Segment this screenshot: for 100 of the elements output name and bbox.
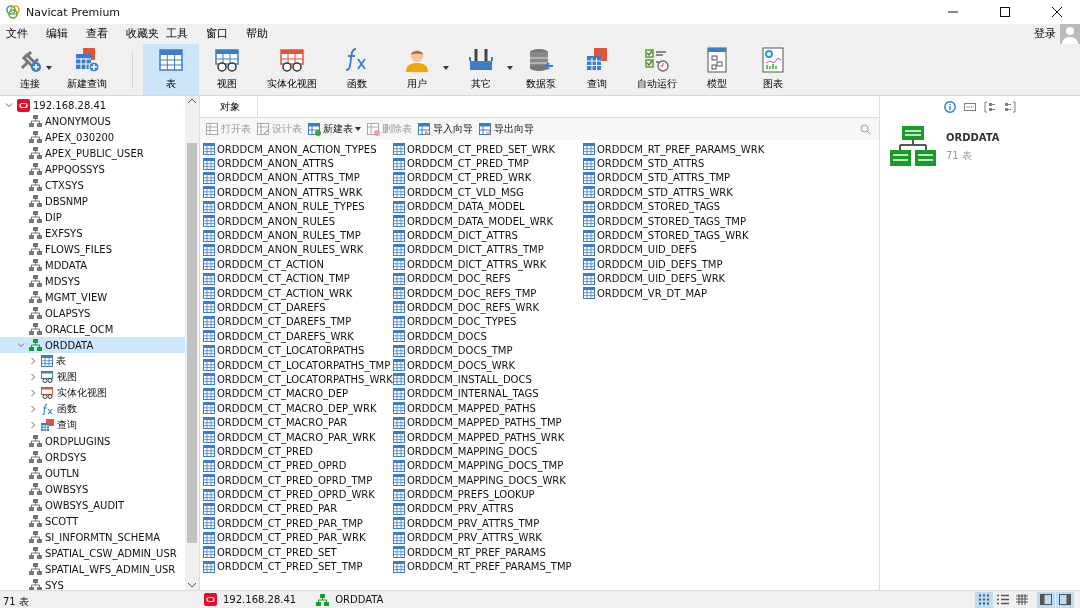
tree-item[interactable]: DBSNMP [0,193,185,209]
scrollbar[interactable] [185,96,199,590]
table-name[interactable]: ORDDCM_CT_MACRO_DEP_WRK [217,402,377,414]
caret-icon[interactable] [46,66,52,70]
toolbar-button[interactable]: 图表 [745,44,801,95]
object-toolbar-button[interactable]: 导入向导 [418,122,473,136]
tree-item[interactable]: APEX_PUBLIC_USER [0,145,185,161]
table-name[interactable]: ORDDCM_CT_ACTION_TMP [217,273,350,285]
table-name[interactable]: ORDDCM_STORED_TAGS_TMP [597,215,746,227]
table-name[interactable]: ORDDCM_STORED_TAGS_WRK [597,230,749,242]
table-name[interactable]: ORDDCM_MAPPED_PATHS_WRK [407,431,565,443]
table-name[interactable]: ORDDCM_DICT_ATTRS_WRK [407,258,547,270]
tree-item[interactable]: APEX_030200 [0,129,185,145]
table-name[interactable]: ORDDCM_DOC_REFS [407,273,511,285]
toolbar-button[interactable]: 实体化视图 [255,44,329,95]
table-name[interactable]: ORDDCM_CT_PRED_SET [217,546,337,558]
table-name[interactable]: ORDDCM_CT_PRED_PAR [217,503,338,515]
tree-item[interactable]: 查询 [0,417,185,433]
toolbar-button[interactable]: 模型 [689,44,745,95]
tree-item[interactable]: 表 [0,353,185,369]
grid-view-button[interactable] [975,591,993,608]
table-name[interactable]: ORDDCM_INTERNAL_TAGS [407,388,539,400]
maximize-icon[interactable] [1000,7,1010,17]
table-name[interactable]: ORDDCM_DATA_MODEL_WRK [407,215,554,227]
table-name[interactable]: ORDDCM_ANON_RULES_TMP [217,230,361,242]
table-name[interactable]: ORDDCM_DOCS [407,330,487,342]
table-name[interactable]: ORDDCM_ANON_ATTRS [217,158,334,170]
caret-icon[interactable] [443,66,449,70]
table-name[interactable]: ORDDCM_CT_PRED_PAR_WRK [217,532,366,544]
table-name[interactable]: ORDDCM_MAPPED_PATHS_TMP [407,417,562,429]
search-icon[interactable] [860,123,871,135]
tree-item[interactable]: MDSYS [0,273,185,289]
table-name[interactable]: ORDDCM_CT_DAREFS [217,302,326,313]
table-name[interactable]: ORDDCM_CT_ACTION [217,258,324,270]
tree-item[interactable]: SI_INFORMTN_SCHEMA [0,529,185,545]
table-name[interactable]: ORDDCM_CT_DAREFS_WRK [217,330,354,342]
table-name[interactable]: ORDDCM_MAPPED_PATHS [407,402,536,414]
caret-icon[interactable] [507,66,513,70]
ddl-icon[interactable] [963,100,977,114]
toolbar-button[interactable]: 其它 [449,44,513,95]
toolbar-button[interactable]: 表 [143,44,199,95]
table-name[interactable]: ORDDCM_MAPPING_DOCS_TMP [407,460,564,472]
table-name[interactable]: ORDDCM_CT_ACTION_WRK [217,287,353,299]
table-name[interactable]: ORDDCM_ANON_RULES_WRK [217,244,364,256]
toolbar-button[interactable]: 视图 [199,44,255,95]
table-name[interactable]: ORDDCM_DOCS_TMP [407,345,513,357]
table-name[interactable]: ORDDCM_RT_PREF_PARAMS_TMP [407,561,572,572]
table-name[interactable]: ORDDCM_DOC_REFS_WRK [407,302,539,313]
toolbar-button[interactable]: 函数 [329,44,385,95]
table-name[interactable]: ORDDCM_CT_LOCATORPATHS [217,345,365,357]
menu-item[interactable]: 窗口 [202,24,242,44]
menu-item[interactable]: 文件 [2,24,42,44]
tree-item[interactable]: 192.168.28.41 [0,97,185,113]
table-name[interactable]: ORDDCM_CT_PRED [217,445,313,457]
table-name[interactable]: ORDDCM_CT_LOCATORPATHS_TMP [217,359,391,371]
right-panel-toggle[interactable] [1056,591,1074,608]
menu-item[interactable]: 编辑 [42,24,82,44]
table-name[interactable]: ORDDCM_DICT_ATTRS_TMP [407,244,544,256]
table-name[interactable]: ORDDCM_RT_PREF_PARAMS [407,546,546,558]
table-name[interactable]: ORDDCM_STORED_TAGS [597,201,721,213]
toolbar-button[interactable]: 查询 [569,44,625,95]
tree-item[interactable]: SYS [0,577,185,590]
toolbar-button[interactable]: 数据泵 [513,44,569,95]
tree-item[interactable]: SPATIAL_WFS_ADMIN_USR [0,561,185,577]
tree-item[interactable]: EXFSYS [0,225,185,241]
toolbar-button[interactable]: 连接 [8,44,52,95]
tree-item[interactable]: OWBSYS_AUDIT [0,497,185,513]
tree-item[interactable]: CTXSYS [0,177,185,193]
table-name[interactable]: ORDDCM_PREFS_LOOKUP [407,489,535,501]
table-name[interactable]: ORDDCM_STD_ATTRS [597,158,705,170]
table-name[interactable]: ORDDCM_ANON_ATTRS_TMP [217,172,360,184]
tree-item[interactable]: OUTLN [0,465,185,481]
table-name[interactable]: ORDDCM_DOC_REFS_TMP [407,287,537,299]
table-name[interactable]: ORDDCM_DOCS_WRK [407,359,516,371]
table-name[interactable]: ORDDCM_CT_LOCATORPATHS_WRK [217,373,393,385]
table-name[interactable]: ORDDCM_UID_DEFS_WRK [597,273,726,285]
table-name[interactable]: ORDDCM_ANON_ACTION_TYPES [217,143,377,155]
tree-item[interactable]: MGMT_VIEW [0,289,185,305]
table-name[interactable]: ORDDCM_UID_DEFS_TMP [597,258,723,270]
tree-item[interactable]: 实体化视图 [0,385,185,401]
tree-item[interactable]: MDDATA [0,257,185,273]
table-name[interactable]: ORDDCM_ANON_RULE_TYPES [217,201,365,213]
table-name[interactable]: ORDDCM_PRV_ATTRS_TMP [407,517,540,529]
table-name[interactable]: ORDDCM_CT_VLD_MSG [407,186,524,198]
tree-item[interactable]: ORDSYS [0,449,185,465]
table-name[interactable]: ORDDCM_ANON_ATTRS_WRK [217,186,363,198]
tree-item[interactable]: ORDPLUGINS [0,433,185,449]
collapse-chevron-icon[interactable] [4,100,14,110]
tree-item[interactable]: 视图 [0,369,185,385]
scroll-down-icon[interactable] [188,583,196,588]
tree-item[interactable]: SCOTT [0,513,185,529]
table-name[interactable]: ORDDCM_DATA_MODEL [407,201,525,213]
table-name[interactable]: ORDDCM_UID_DEFS [597,244,697,256]
table-name[interactable]: ORDDCM_CT_PRED_WRK [407,172,532,184]
toolbar-button[interactable]: 新建查询 [52,44,122,95]
info-icon[interactable] [943,100,957,114]
table-name[interactable]: ORDDCM_CT_PRED_SET_WRK [407,143,556,155]
tree-item[interactable]: 函数 [0,401,185,417]
table-name[interactable]: ORDDCM_VR_DT_MAP [597,287,707,299]
table-name[interactable]: ORDDCM_CT_MACRO_DEP [217,388,349,400]
